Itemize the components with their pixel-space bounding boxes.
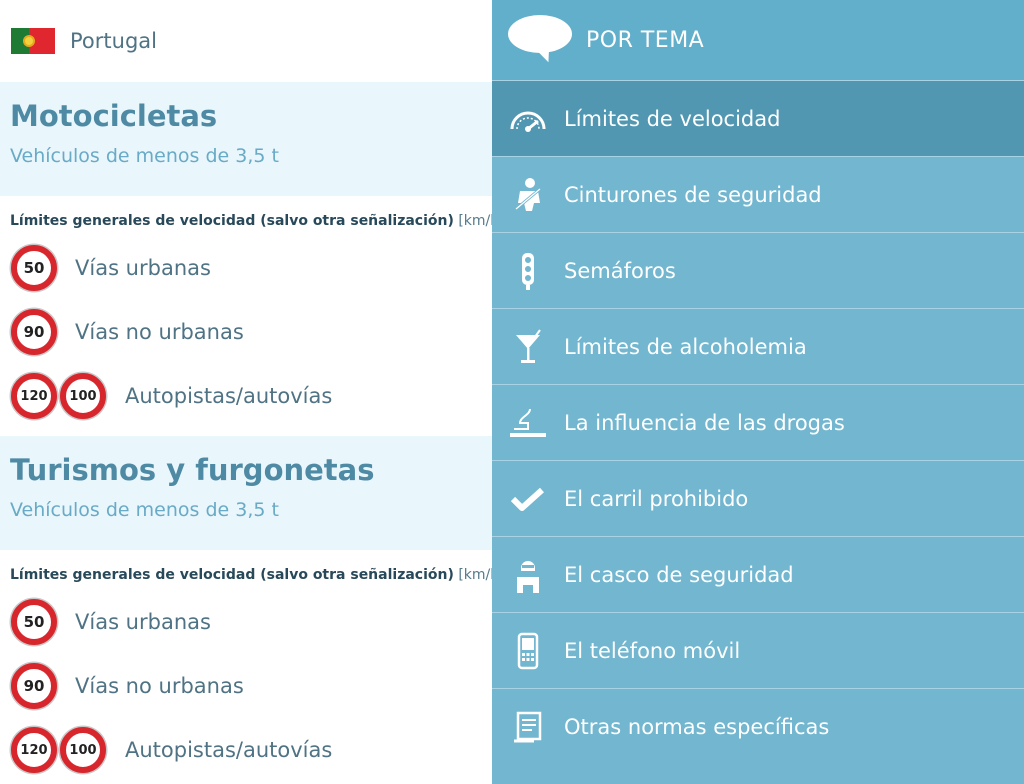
limits-heading: Límites generales de velocidad (salvo ot…: [0, 196, 492, 236]
menu-header: POR TEMA: [492, 0, 1024, 81]
menu-item-label: Otras normas específicas: [564, 715, 830, 739]
menu-item-label: Límites de alcoholemia: [564, 334, 807, 359]
road-type-label: Vías urbanas: [75, 256, 211, 280]
traffic-light-icon: [492, 233, 564, 309]
menu-item-label: El teléfono móvil: [564, 638, 741, 663]
speech-bubble-icon: [508, 15, 572, 65]
road-type-label: Vías no urbanas: [75, 674, 244, 698]
seatbelt-icon: [492, 157, 564, 233]
road-type-label: Vías no urbanas: [75, 320, 244, 344]
road-type-label: Autopistas/autovías: [125, 738, 333, 762]
limit-row: 120 100 Autopistas/autovías: [0, 364, 492, 428]
cocktail-icon: [492, 309, 564, 385]
speed-sign-icon: 100: [60, 373, 106, 419]
limits-unit: [km/h]: [458, 567, 492, 583]
limits-heading-text: Límites generales de velocidad (salvo ot…: [10, 567, 454, 583]
content-panel: Portugal Motocicletas Vehículos de menos…: [0, 0, 492, 784]
menu-item-label: El casco de seguridad: [564, 562, 794, 587]
menu-item-otras-normas[interactable]: Otras normas específicas: [492, 689, 1024, 765]
menu-title: POR TEMA: [586, 27, 705, 53]
menu-item-label: Semáforos: [564, 258, 676, 283]
country-header[interactable]: Portugal: [0, 0, 492, 82]
limits-unit: [km/h]: [458, 213, 492, 229]
speed-sign-icon: 90: [11, 663, 57, 709]
road-type-label: Autopistas/autovías: [125, 384, 333, 408]
section-subtitle: Vehículos de menos de 3,5 t: [10, 499, 279, 521]
section-subtitle: Vehículos de menos de 3,5 t: [10, 145, 279, 167]
menu-item-telefono-movil[interactable]: El teléfono móvil: [492, 613, 1024, 689]
limit-row: 90 Vías no urbanas: [0, 300, 492, 364]
menu-item-label: Cinturones de seguridad: [564, 182, 822, 207]
menu-item-label: El carril prohibido: [564, 486, 749, 511]
speed-sign-icon: 100: [60, 727, 106, 773]
speed-sign-icon: 120: [11, 373, 57, 419]
menu-item-alcoholemia[interactable]: Límites de alcoholemia: [492, 309, 1024, 385]
speed-sign-icon: 90: [11, 309, 57, 355]
cigarette-icon: [492, 385, 564, 461]
document-icon: [492, 689, 564, 765]
topic-menu-panel: POR TEMA Límites de velocidad Cinturones…: [492, 0, 1024, 784]
limits-heading-text: Límites generales de velocidad (salvo ot…: [10, 213, 454, 229]
limit-row: 50 Vías urbanas: [0, 236, 492, 300]
country-name: Portugal: [70, 29, 157, 53]
menu-item-limites-velocidad[interactable]: Límites de velocidad: [492, 81, 1024, 157]
menu-item-carril-prohibido[interactable]: El carril prohibido: [492, 461, 1024, 537]
menu-item-label: Límites de velocidad: [564, 106, 781, 131]
portugal-flag-icon: [11, 28, 55, 54]
speedometer-icon: [492, 81, 564, 157]
speed-sign-icon: 120: [11, 727, 57, 773]
limit-row: 120 100 Autopistas/autovías: [0, 718, 492, 782]
menu-item-label: La influencia de las drogas: [564, 410, 845, 435]
checkmark-icon: [492, 461, 564, 537]
limit-row: 50 Vías urbanas: [0, 590, 492, 654]
speed-sign-icon: 50: [11, 599, 57, 645]
mobile-phone-icon: [492, 613, 564, 689]
speed-sign-icon: 50: [11, 245, 57, 291]
menu-item-semaforos[interactable]: Semáforos: [492, 233, 1024, 309]
menu-item-casco[interactable]: El casco de seguridad: [492, 537, 1024, 613]
limits-heading: Límites generales de velocidad (salvo ot…: [0, 550, 492, 590]
menu-item-drogas[interactable]: La influencia de las drogas: [492, 385, 1024, 461]
limit-row: 90 Vías no urbanas: [0, 654, 492, 718]
section-title: Turismos y furgonetas: [10, 453, 375, 487]
menu-item-cinturones[interactable]: Cinturones de seguridad: [492, 157, 1024, 233]
section-header-motocicletas: Motocicletas Vehículos de menos de 3,5 t: [0, 82, 492, 196]
helmet-rider-icon: [492, 537, 564, 613]
section-title: Motocicletas: [10, 99, 218, 133]
road-type-label: Vías urbanas: [75, 610, 211, 634]
section-header-turismos: Turismos y furgonetas Vehículos de menos…: [0, 436, 492, 550]
